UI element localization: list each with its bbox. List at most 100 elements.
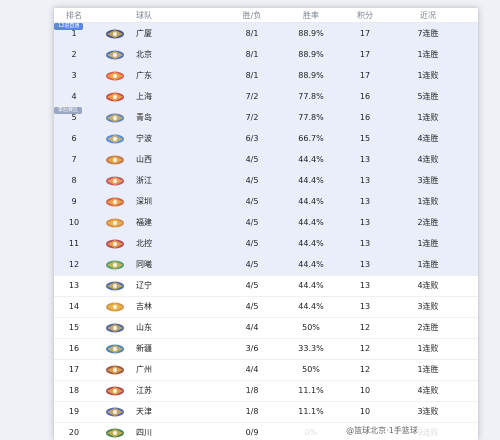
table-row[interactable]: 19 天津 1/8 11.1% 10 3连败: [54, 401, 478, 423]
table-row[interactable]: 6 宁波 6/3 66.7% 15 4连胜: [54, 128, 478, 150]
row-points: 16: [359, 113, 371, 122]
table-row[interactable]: 2 北京 8/1 88.9% 17 1连胜: [54, 44, 478, 66]
row-streak: 3连败: [417, 302, 439, 311]
row-win-pct: 11.1%: [298, 386, 324, 395]
team-logo-icon: [104, 280, 126, 292]
team-logo-icon: [104, 28, 126, 40]
team-logo-icon: [104, 175, 126, 187]
table-row[interactable]: 15 山东 4/4 50% 12 2连胜: [54, 317, 478, 339]
row-win-loss: 4/4: [245, 365, 259, 374]
row-win-pct: 77.8%: [298, 92, 324, 101]
team-logo-icon: [104, 364, 126, 376]
row-win-pct: 44.4%: [298, 281, 324, 290]
row-team: 江苏: [136, 386, 152, 395]
row-rank: 18: [68, 386, 80, 395]
header-team: 球队: [136, 10, 152, 20]
row-streak: 1连胜: [417, 50, 439, 59]
row-streak: 2连胜: [417, 218, 439, 227]
row-team: 同曦: [136, 260, 152, 269]
row-win-pct: 44.4%: [298, 176, 324, 185]
row-points: 12: [359, 365, 371, 374]
row-rank: 4: [71, 92, 77, 101]
row-streak: 4连胜: [417, 134, 439, 143]
row-win-loss: 1/8: [245, 386, 259, 395]
row-streak: 7连胜: [417, 29, 439, 38]
row-team: 北控: [136, 239, 152, 248]
table-row[interactable]: 13 辽宁 4/5 44.4% 13 4连败: [54, 275, 478, 297]
table-row[interactable]: 16 新疆 3/6 33.3% 12 1连败: [54, 338, 478, 360]
row-team: 山西: [136, 155, 152, 164]
row-win-pct: 44.4%: [298, 260, 324, 269]
row-streak: 1连胜: [417, 260, 439, 269]
row-streak: 1连败: [417, 113, 439, 122]
row-team: 广厦: [136, 29, 152, 38]
row-streak: 1连败: [417, 197, 439, 206]
row-win-pct: 44.4%: [298, 302, 324, 311]
team-logo-icon: [104, 133, 126, 145]
group-tag-b: 季后赛区: [54, 107, 83, 114]
row-points: 10: [359, 386, 371, 395]
row-win-pct: 44.4%: [298, 155, 324, 164]
table-row[interactable]: 11 北控 4/5 44.4% 13 1连胜: [54, 233, 478, 255]
table-row[interactable]: 1 广厦 8/1 88.9% 17 7连胜: [54, 23, 478, 45]
row-win-loss: 4/5: [245, 260, 259, 269]
header-rank: 排名: [66, 10, 82, 20]
row-team: 辽宁: [136, 281, 152, 290]
team-logo-icon: [104, 112, 126, 124]
row-points: 13: [359, 155, 371, 164]
table-row[interactable]: 10 福建 4/5 44.4% 13 2连胜: [54, 212, 478, 234]
table-row[interactable]: 14 吉林 4/5 44.4% 13 3连败: [54, 296, 478, 318]
row-streak: 1连败: [417, 344, 439, 353]
row-points: 13: [359, 260, 371, 269]
row-points: 13: [359, 239, 371, 248]
row-win-pct: 33.3%: [298, 344, 324, 353]
row-rank: 14: [68, 302, 80, 311]
row-rank: 2: [71, 50, 77, 59]
row-win-loss: 0/9: [245, 428, 259, 437]
row-win-pct: 44.4%: [298, 218, 324, 227]
row-points: 13: [359, 281, 371, 290]
row-rank: 11: [68, 239, 80, 248]
row-points: 17: [359, 50, 371, 59]
row-win-pct: 11.1%: [298, 407, 324, 416]
row-points: 15: [359, 134, 371, 143]
table-row[interactable]: 12 同曦 4/5 44.4% 13 1连胜: [54, 254, 478, 276]
table-row[interactable]: 3 广东 8/1 88.9% 17 1连败: [54, 65, 478, 87]
row-win-loss: 8/1: [245, 50, 259, 59]
row-win-pct: 50%: [302, 365, 320, 374]
row-streak: 4连败: [417, 386, 439, 395]
table-row[interactable]: 18 江苏 1/8 11.1% 10 4连败: [54, 380, 478, 402]
row-team: 新疆: [136, 344, 152, 353]
row-win-pct: 44.4%: [298, 239, 324, 248]
row-points: 17: [359, 29, 371, 38]
row-team: 广东: [136, 71, 152, 80]
row-win-pct: 88.9%: [298, 29, 324, 38]
row-rank: 1: [71, 29, 77, 38]
row-win-loss: 4/5: [245, 302, 259, 311]
background-frame: 排名 球队 胜/负 胜率 积分 近况 1 广厦 8/1 88.9% 17 7连胜 2 北京 8/…: [0, 0, 500, 440]
row-streak: 1连胜: [417, 239, 439, 248]
row-win-pct: 88.9%: [298, 71, 324, 80]
row-team: 北京: [136, 50, 152, 59]
row-streak: 3连败: [417, 407, 439, 416]
team-logo-icon: [104, 196, 126, 208]
team-logo-icon: [104, 70, 126, 82]
row-rank: 17: [68, 365, 80, 374]
row-team: 青岛: [136, 113, 152, 122]
table-header: 排名 球队 胜/负 胜率 积分 近况: [54, 8, 478, 23]
team-logo-icon: [104, 301, 126, 313]
row-rank: 7: [71, 155, 77, 164]
table-row[interactable]: 9 深圳 4/5 44.4% 13 1连败: [54, 191, 478, 213]
table-row[interactable]: 5 青岛 7/2 77.8% 16 1连败: [54, 107, 478, 129]
row-streak: 3连胜: [417, 176, 439, 185]
row-points: 10: [359, 407, 371, 416]
table-row[interactable]: 7 山西 4/5 44.4% 13 4连败: [54, 149, 478, 171]
table-row[interactable]: 8 浙江 4/5 44.4% 13 3连胜: [54, 170, 478, 192]
row-win-loss: 4/5: [245, 155, 259, 164]
row-rank: 20: [68, 428, 80, 437]
row-streak: 4连败: [417, 281, 439, 290]
watermark-text: @篮球北京·1手篮球: [292, 424, 472, 438]
row-streak: 4连败: [417, 155, 439, 164]
table-row[interactable]: 4 上海 7/2 77.8% 16 5连胜: [54, 86, 478, 108]
table-row[interactable]: 17 广州 4/4 50% 12 1连胜: [54, 359, 478, 381]
